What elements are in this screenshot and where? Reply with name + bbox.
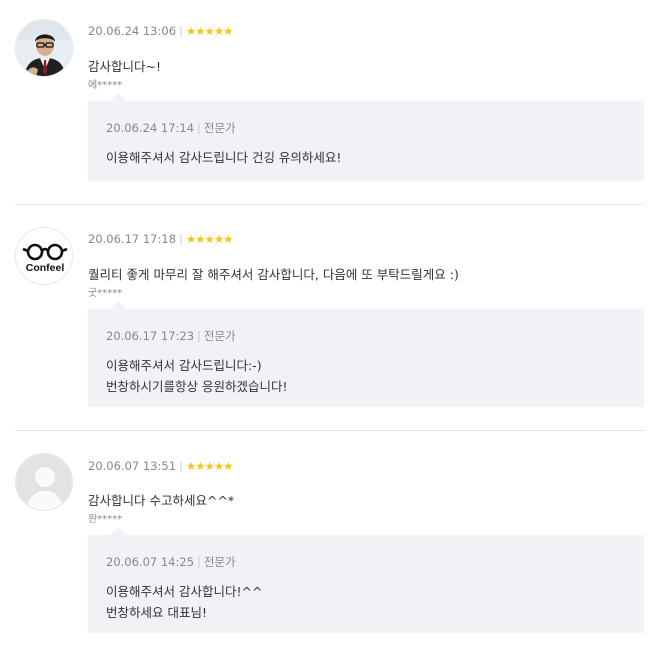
reply-text: 이용해주셔서 감사드립니다 건깅 유의하세요! — [106, 150, 342, 165]
star-rating: ★★★★★ — [185, 459, 234, 473]
expert-reply: 20.06.07 14:25 | 전문가 이용해주셔서 감사합니다!^^ 번창하세요… — [88, 527, 644, 633]
logo-text: Confeel — [26, 262, 65, 274]
avatar[interactable] — [15, 19, 73, 77]
reply-datetime: 20.06.17 17:23 — [106, 329, 195, 343]
avatar[interactable] — [15, 453, 73, 511]
divider — [15, 204, 644, 205]
expert-reply: 20.06.17 17:23 | 전문가 이용해주셔서 감사드립니다:-) 번창하시… — [88, 301, 644, 407]
separator: | — [197, 555, 201, 569]
reply-datetime: 20.06.07 14:25 — [106, 555, 195, 569]
reply-meta: 20.06.24 17:14 | 전문가 — [106, 120, 236, 136]
confeel-logo-icon: Confeel — [16, 228, 72, 284]
review-meta: 20.06.24 13:06 | ★★★★★ — [88, 24, 234, 38]
reply-role: 전문가 — [203, 329, 236, 343]
reply-meta: 20.06.17 17:23 | 전문가 — [106, 328, 236, 344]
reply-text: 이용해주셔서 감사합니다!^^ 번창하세요 대표님! — [106, 584, 263, 620]
review-datetime: 20.06.07 13:51 — [88, 459, 177, 473]
separator: | — [179, 459, 183, 473]
reply-text: 이용해주셔서 감사드립니다:-) 번창하시기를항상 응원하겠습니다! — [106, 358, 288, 394]
review-datetime: 20.06.17 17:18 — [88, 232, 177, 246]
star-rating: ★★★★★ — [185, 24, 234, 38]
reply-role: 전문가 — [203, 555, 236, 569]
person-photo-icon — [16, 20, 72, 76]
review-datetime: 20.06.24 13:06 — [88, 24, 177, 38]
review-meta: 20.06.07 13:51 | ★★★★★ — [88, 459, 234, 473]
separator: | — [179, 24, 183, 38]
separator: | — [197, 329, 201, 343]
divider — [15, 430, 644, 431]
reply-role: 전문가 — [203, 121, 236, 135]
review-text: 퀄리티 좋게 마무리 잘 해주셔서 감사합니다, 다음에 또 부탁드릴게요 :) — [88, 267, 459, 282]
reply-datetime: 20.06.24 17:14 — [106, 121, 195, 135]
default-user-icon — [16, 454, 72, 510]
separator: | — [197, 121, 201, 135]
review-meta: 20.06.17 17:18 | ★★★★★ — [88, 232, 234, 246]
review-author: 완***** — [88, 514, 123, 525]
avatar[interactable]: Confeel — [15, 227, 73, 285]
expert-reply: 20.06.24 17:14 | 전문가 이용해주셔서 감사드립니다 건깅 유의하세… — [88, 93, 644, 181]
review-author: 에***** — [88, 80, 123, 91]
review-text: 감사합니다 수고하세요^^* — [88, 493, 235, 508]
separator: | — [179, 232, 183, 246]
reply-meta: 20.06.07 14:25 | 전문가 — [106, 554, 236, 570]
review-author: 굿***** — [88, 288, 123, 299]
star-rating: ★★★★★ — [185, 232, 234, 246]
review-text: 감사합니다~! — [88, 59, 161, 74]
